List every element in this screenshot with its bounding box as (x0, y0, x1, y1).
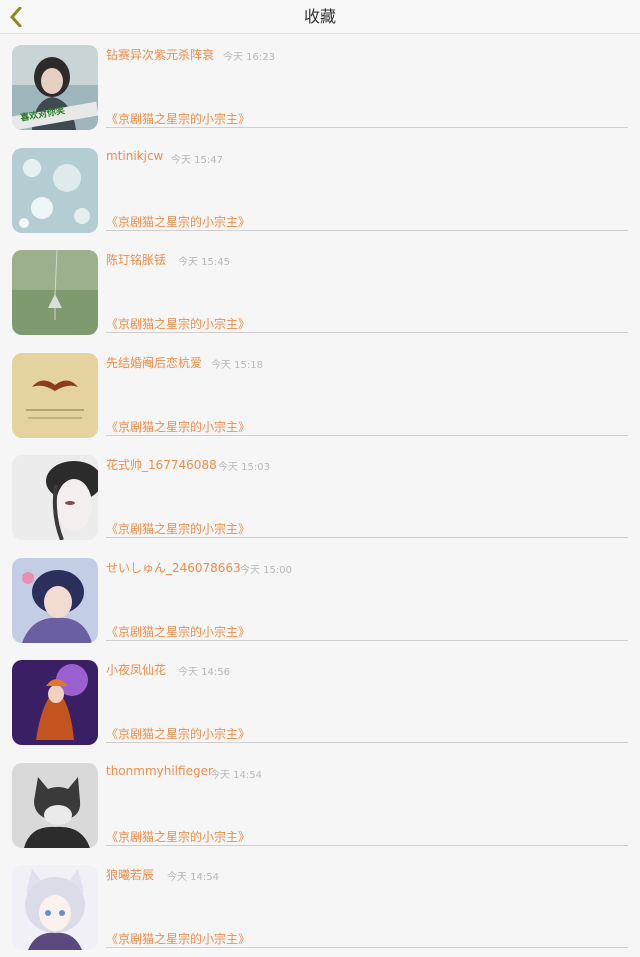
book-title-link[interactable]: 《京剧猫之星宗的小宗主》 (106, 623, 250, 640)
book-title-link[interactable]: 《京剧猫之星宗的小宗主》 (106, 315, 250, 332)
timestamp: 今天 15:00 (240, 564, 292, 576)
page-title: 收藏 (303, 7, 336, 26)
book-title-link[interactable]: 《京剧猫之星宗的小宗主》 (106, 828, 250, 845)
list-item[interactable]: 花式帅_167746088 今天 15:03 《京剧猫之星宗的小宗主》 (0, 444, 640, 547)
avatar[interactable] (12, 762, 98, 848)
username[interactable]: mtinikjcw (106, 149, 163, 163)
timestamp: 今天 15:45 (178, 257, 230, 268)
timestamp: 今天 15:47 (171, 154, 223, 166)
divider (106, 434, 628, 436)
avatar[interactable] (12, 352, 98, 438)
list-item[interactable]: 小夜凤仙花 今天 14:56 《京剧猫之星宗的小宗主》 (0, 649, 640, 752)
divider (106, 127, 628, 128)
avatar[interactable] (12, 865, 98, 950)
divider (106, 742, 628, 743)
timestamp: 今天 15:18 (211, 359, 263, 371)
divider (106, 537, 628, 538)
favorites-list: 喜欢对你笑 钻赛异次紫元杀阵衰 今天 16:23 《京剧猫之星宗的小宗主》 mt… (0, 34, 640, 957)
avatar[interactable] (12, 250, 98, 335)
app-header: 收藏 (0, 0, 640, 34)
avatar[interactable]: 喜欢对你笑 (12, 45, 98, 130)
divider (106, 844, 628, 846)
list-item[interactable]: 先结婚阉后恋杭爱 今天 15:18 《京剧猫之星宗的小宗主》 (0, 342, 640, 445)
timestamp: 今天 14:54 (167, 872, 219, 883)
avatar[interactable] (12, 147, 98, 233)
list-item[interactable]: 喜欢对你笑 钻赛异次紫元杀阵衰 今天 16:23 《京剧猫之星宗的小宗主》 (0, 34, 640, 137)
book-title-link[interactable]: 《京剧猫之星宗的小宗主》 (106, 725, 250, 742)
timestamp: 今天 14:56 (178, 667, 230, 678)
username[interactable]: 小夜凤仙花 (106, 661, 166, 678)
divider (106, 947, 628, 948)
username[interactable]: 狼曦若辰 (106, 866, 154, 883)
username[interactable]: 花式帅_167746088 (106, 456, 217, 473)
book-title-link[interactable]: 《京剧猫之星宗的小宗主》 (106, 213, 250, 230)
book-title-link[interactable]: 《京剧猫之星宗的小宗主》 (106, 930, 250, 947)
book-title-link[interactable]: 《京剧猫之星宗的小宗主》 (106, 110, 250, 127)
book-title-link[interactable]: 《京剧猫之星宗的小宗主》 (106, 520, 250, 537)
username[interactable]: せいしゅん_246078663 (106, 559, 241, 576)
username[interactable]: thonmmyhilfieger (106, 764, 213, 778)
avatar[interactable] (12, 660, 98, 745)
username[interactable]: 陈玎铭胀铥 (106, 251, 166, 268)
username[interactable]: 钻赛异次紫元杀阵衰 (106, 46, 214, 63)
list-item[interactable]: 陈玎铭胀铥 今天 15:45 《京剧猫之星宗的小宗主》 (0, 239, 640, 342)
username[interactable]: 先结婚阉后恋杭爱 (106, 354, 202, 371)
list-item[interactable]: thonmmyhilfieger 今天 14:54 《京剧猫之星宗的小宗主》 (0, 752, 640, 855)
list-item[interactable]: 狼曦若辰 今天 14:54 《京剧猫之星宗的小宗主》 (0, 854, 640, 957)
divider (106, 229, 628, 231)
avatar[interactable] (12, 455, 98, 540)
timestamp: 今天 14:54 (210, 769, 262, 781)
book-title-link[interactable]: 《京剧猫之星宗的小宗主》 (106, 418, 250, 435)
list-item[interactable]: mtinikjcw 今天 15:47 《京剧猫之星宗的小宗主》 (0, 137, 640, 240)
list-item[interactable]: せいしゅん_246078663 今天 15:00 《京剧猫之星宗的小宗主》 (0, 547, 640, 650)
divider (106, 639, 628, 641)
avatar[interactable] (12, 557, 98, 643)
timestamp: 今天 15:03 (218, 462, 270, 473)
divider (106, 332, 628, 333)
timestamp: 今天 16:23 (223, 52, 275, 63)
